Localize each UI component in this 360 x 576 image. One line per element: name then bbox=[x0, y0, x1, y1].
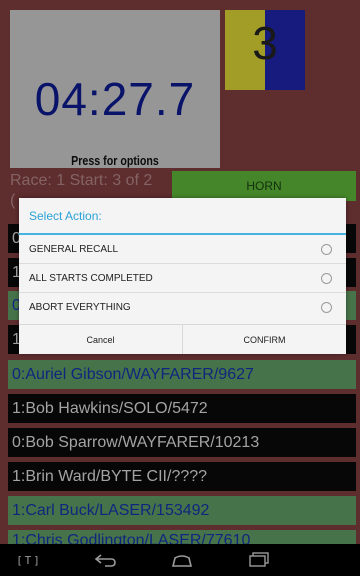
select-action-dialog: Select Action: GENERAL RECALL ALL STARTS… bbox=[19, 198, 346, 354]
option-all-starts-completed[interactable]: ALL STARTS COMPLETED bbox=[19, 264, 346, 293]
keyboard-icon[interactable]: [T] bbox=[14, 550, 44, 570]
system-navigation-bar: [T] bbox=[0, 544, 360, 576]
back-icon[interactable] bbox=[93, 550, 119, 570]
home-icon[interactable] bbox=[169, 550, 195, 570]
radio-button[interactable] bbox=[321, 244, 332, 255]
race-start-screen: 04:27.7 Press for options 3 Race: 1 Star… bbox=[0, 0, 360, 544]
option-label: ALL STARTS COMPLETED bbox=[29, 272, 153, 284]
dialog-button-bar: Cancel CONFIRM bbox=[19, 324, 346, 354]
option-label: ABORT EVERYTHING bbox=[29, 302, 131, 313]
recents-icon[interactable] bbox=[246, 550, 272, 570]
cancel-button[interactable]: Cancel bbox=[19, 325, 183, 354]
radio-button[interactable] bbox=[321, 273, 332, 284]
radio-button[interactable] bbox=[321, 302, 332, 313]
confirm-button[interactable]: CONFIRM bbox=[183, 325, 346, 354]
option-abort-everything[interactable]: ABORT EVERYTHING bbox=[19, 293, 346, 322]
option-label: GENERAL RECALL bbox=[29, 243, 119, 255]
dialog-title: Select Action: bbox=[29, 209, 102, 223]
option-general-recall[interactable]: GENERAL RECALL bbox=[19, 235, 346, 264]
